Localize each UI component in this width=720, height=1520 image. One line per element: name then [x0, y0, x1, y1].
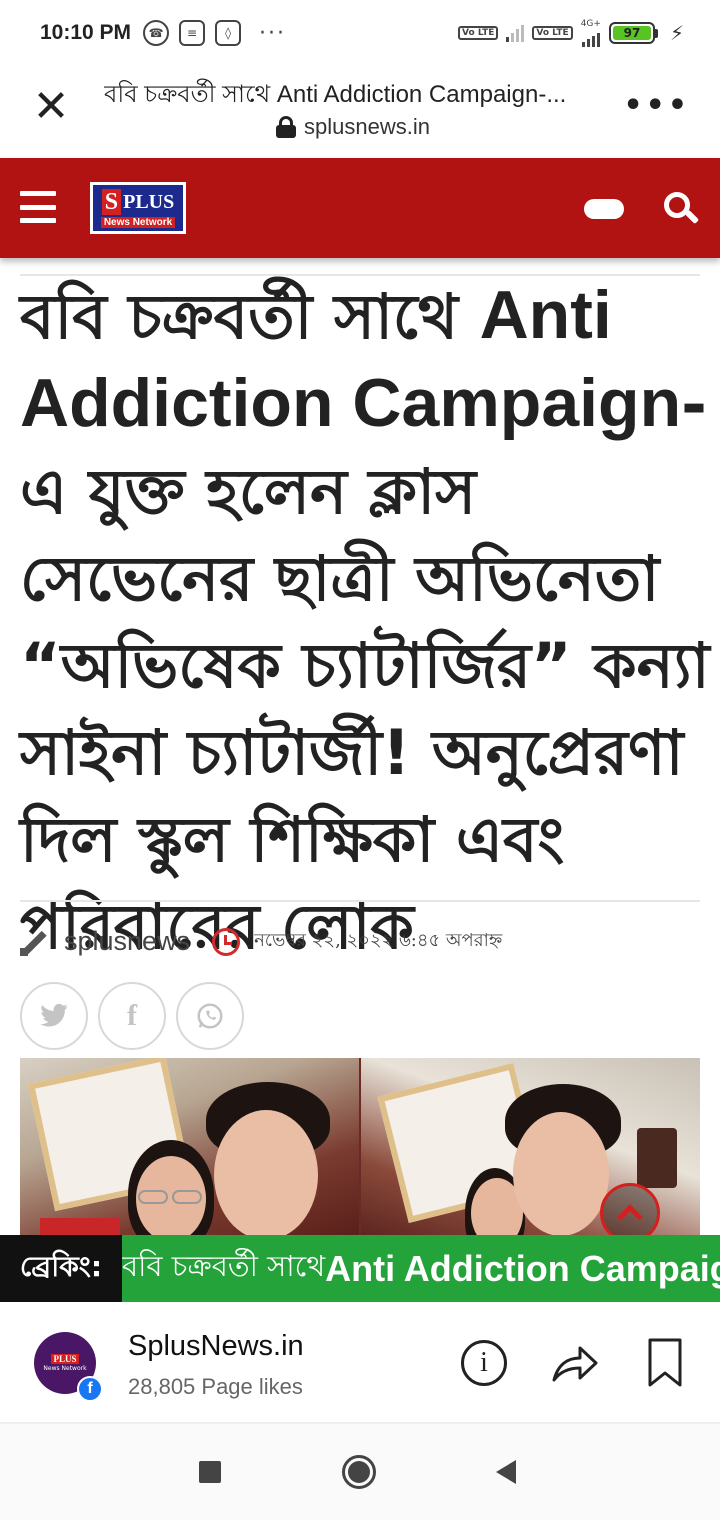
- page-name[interactable]: SplusNews.in: [128, 1330, 304, 1363]
- twitter-icon[interactable]: [20, 982, 88, 1050]
- more-options-icon[interactable]: •••: [623, 91, 690, 121]
- menu-icon[interactable]: [20, 191, 56, 223]
- info-icon[interactable]: i: [461, 1340, 507, 1386]
- pencil-icon: [20, 928, 48, 956]
- site-header: S PLUS News Network: [0, 158, 720, 258]
- headline-part-1: ববি চক্রবর্তী সাথে: [20, 280, 480, 353]
- home-icon[interactable]: [342, 1455, 376, 1489]
- status-bar: 10:10 PM ☎ ≡ ◊ ··· Vo LTE Vo LTE 4G+ 97 …: [0, 0, 720, 66]
- publish-date: নভেম্বর ২২, ২০২২ ৬:৪৫ অপরাহ্ন: [254, 930, 503, 951]
- network-type-icon: 4G+: [580, 18, 601, 47]
- dark-mode-toggle[interactable]: [584, 199, 624, 219]
- ticker-text-bn: ববি চক্রবর্তী সাথে: [122, 1249, 326, 1283]
- ticker-text[interactable]: ববি চক্রবর্তী সাথে Anti Addiction Campai…: [122, 1235, 720, 1302]
- battery-icon: 97: [608, 22, 658, 44]
- search-icon[interactable]: [664, 192, 700, 228]
- battery-level: 97: [612, 26, 651, 40]
- scroll-to-top-button[interactable]: [600, 1183, 660, 1243]
- app-notification-icon: ◊: [215, 20, 242, 46]
- avatar-logo: PLUS: [51, 1354, 79, 1364]
- signal-icon: [506, 24, 525, 42]
- chevron-up-icon: [617, 1204, 643, 1230]
- recents-icon[interactable]: [199, 1461, 221, 1483]
- photo-left: [20, 1058, 359, 1236]
- breaking-news-ticker[interactable]: ব্রেকিং: ববি চক্রবর্তী সাথে Anti Addicti…: [0, 1235, 720, 1302]
- volte-icon: Vo LTE: [458, 26, 499, 40]
- browser-toolbar: ✕ ববি চক্রবর্তী সাথে Anti Addiction Camp…: [0, 66, 720, 158]
- page-title: ববি চক্রবর্তী সাথে Anti Addiction Campai…: [104, 81, 567, 108]
- logo-s: S: [101, 188, 122, 215]
- back-icon[interactable]: [496, 1460, 516, 1484]
- facebook-icon[interactable]: f: [98, 982, 166, 1050]
- more-notifications-icon: ···: [259, 20, 287, 46]
- ticker-label: ব্রেকিং:: [0, 1235, 122, 1302]
- charging-icon: ⚡: [669, 21, 684, 45]
- whatsapp-icon[interactable]: [176, 982, 244, 1050]
- headline-part-3: -এ যুক্ত হলেন ক্লাস সেভেনের ছাত্রী অভিনে…: [20, 368, 710, 963]
- page-url: splusnews.in: [276, 114, 430, 140]
- facebook-page-bar: PLUS News Network f SplusNews.in 28,805 …: [0, 1302, 720, 1424]
- avatar-sub: News Network: [43, 1365, 87, 1372]
- volte-icon-2: Vo LTE: [532, 26, 573, 40]
- clock-icon: [212, 927, 241, 956]
- facebook-badge-icon: f: [77, 1376, 103, 1402]
- logo-subtitle: News Network: [100, 216, 176, 228]
- share-arrow-icon[interactable]: [550, 1338, 600, 1388]
- article-image[interactable]: [20, 1058, 700, 1236]
- notification-icons: ☎ ≡ ◊ ···: [143, 20, 286, 46]
- signal-icon-2: [581, 29, 600, 47]
- article-meta: splusnews নভেম্বর ২২, ২০২২ ৬:৪৫ অপরাহ্ন: [20, 926, 502, 957]
- system-icons: Vo LTE Vo LTE 4G+ 97 ⚡: [458, 18, 684, 47]
- whatsapp-notification-icon: ☎: [143, 20, 170, 46]
- status-time: 10:10 PM: [40, 21, 132, 44]
- bookmark-icon[interactable]: [648, 1338, 682, 1388]
- article-headline: ববি চক্রবর্তী সাথে Anti Addiction Campai…: [20, 272, 710, 970]
- close-icon[interactable]: ✕: [28, 84, 74, 130]
- page-likes: 28,805 Page likes: [128, 1374, 303, 1399]
- message-notification-icon: ≡: [179, 20, 206, 46]
- lock-icon: [276, 116, 296, 138]
- divider: [20, 900, 700, 902]
- network-type-label: 4G+: [580, 18, 601, 29]
- logo-plus: PLUS: [123, 190, 175, 213]
- system-nav-bar: [0, 1424, 720, 1520]
- ticker-text-en: Anti Addiction Campaign: [325, 1247, 720, 1289]
- site-logo[interactable]: S PLUS News Network: [90, 182, 186, 234]
- share-buttons: f: [20, 982, 244, 1050]
- url-text: splusnews.in: [304, 114, 430, 139]
- author-link[interactable]: splusnews: [64, 926, 190, 957]
